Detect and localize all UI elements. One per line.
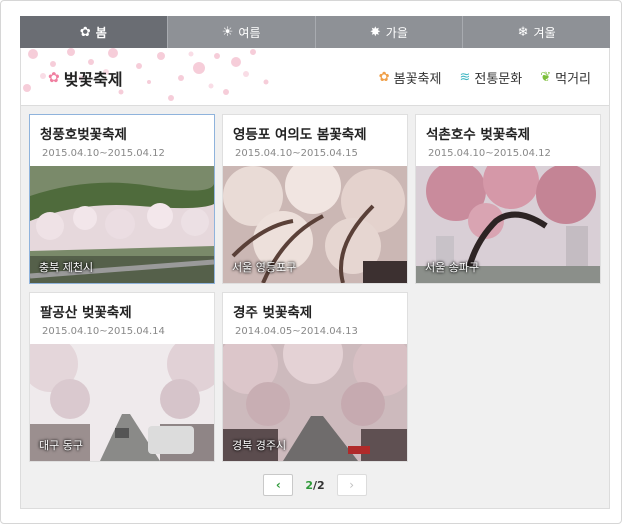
tab-autumn[interactable]: ✸ 가을: [314, 16, 463, 48]
festival-widget: ✿ 봄 ☀ 여름 ✸ 가을 ❄ 겨울 ✿ 벚꽃축제 ✿ 봄꽃축제 ≋ 전통문화 …: [0, 0, 622, 524]
category-banner: ✿ 벚꽃축제 ✿ 봄꽃축제 ≋ 전통문화 ❦ 먹거리: [20, 48, 610, 106]
flower-icon: ✿: [378, 70, 390, 85]
festival-photo: 서울 영등포구: [223, 166, 407, 283]
category-links: ✿ 봄꽃축제 ≋ 전통문화 ❦ 먹거리: [379, 68, 591, 87]
festival-photo: 대구 동구: [30, 344, 214, 461]
tab-spring[interactable]: ✿ 봄: [20, 16, 167, 48]
festival-title: 팔공산 벚꽃축제: [40, 305, 132, 321]
total-pages: 2: [317, 478, 325, 492]
banner-title: ✿ 벚꽃축제: [48, 66, 123, 90]
page-indicator: 2/2: [305, 478, 325, 492]
tab-label: 여름: [238, 25, 261, 40]
festival-photo: 충북 제천시: [30, 166, 214, 283]
maple-leaf-icon: ✸: [369, 24, 381, 40]
flower-icon: ✿: [48, 70, 60, 86]
tab-summer[interactable]: ☀ 여름: [166, 16, 315, 48]
link-label: 먹거리: [555, 72, 591, 87]
link-spring-flower-festival[interactable]: ✿ 봄꽃축제: [379, 68, 442, 87]
link-traditional-culture[interactable]: ≋ 전통문화: [459, 68, 522, 87]
pagination: ‹ 2/2 ›: [21, 474, 609, 496]
festival-date: 2015.04.10~2015.04.15: [235, 148, 358, 159]
next-page-button[interactable]: ›: [336, 474, 367, 496]
festival-location: 대구 동구: [39, 439, 83, 452]
tab-winter[interactable]: ❄ 겨울: [462, 16, 610, 48]
festival-card[interactable]: 팔공산 벚꽃축제 2015.04.10~2015.04.14 대구 동구: [29, 292, 215, 462]
link-food[interactable]: ❦ 먹거리: [540, 68, 591, 87]
festival-card[interactable]: 영등포 여의도 봄꽃축제 2015.04.10~2015.04.15 서울 영등…: [222, 114, 408, 284]
festival-card[interactable]: 경주 벚꽃축제 2014.04.05~2014.04.13 경북 경주시: [222, 292, 408, 462]
tab-label: 겨울: [533, 25, 556, 40]
festival-title: 청풍호벚꽃축제: [40, 127, 127, 143]
festival-title: 영등포 여의도 봄꽃축제: [233, 127, 367, 143]
sun-icon: ☀: [221, 24, 234, 40]
festival-title: 경주 벚꽃축제: [233, 305, 313, 321]
tab-label: 봄: [95, 25, 107, 40]
flower-icon: ✿: [79, 24, 91, 40]
festival-location: 경북 경주시: [232, 439, 287, 452]
festival-date: 2014.04.05~2014.04.13: [235, 326, 358, 337]
festival-date: 2015.04.10~2015.04.12: [42, 148, 165, 159]
tab-label: 가을: [385, 25, 408, 40]
festival-list: 청풍호벚꽃축제 2015.04.10~2015.04.12 충북 제천시 영등포…: [20, 106, 610, 509]
current-page: 2: [305, 478, 313, 492]
wave-icon: ≋: [459, 70, 471, 85]
festival-title: 석촌호수 벚꽃축제: [426, 127, 531, 143]
festival-card[interactable]: 청풍호벚꽃축제 2015.04.10~2015.04.12 충북 제천시: [29, 114, 215, 284]
banner-title-text: 벚꽃축제: [63, 70, 123, 89]
snowflake-icon: ❄: [517, 24, 529, 40]
season-tabs: ✿ 봄 ☀ 여름 ✸ 가을 ❄ 겨울: [20, 16, 610, 48]
chevron-left-icon: ‹: [275, 478, 281, 492]
festival-location: 충북 제천시: [39, 261, 94, 274]
prev-page-button[interactable]: ‹: [263, 474, 294, 496]
chevron-right-icon: ›: [349, 478, 355, 492]
festival-card[interactable]: 석촌호수 벚꽃축제 2015.04.10~2015.04.12 서울 송파구: [415, 114, 601, 284]
link-label: 봄꽃축제: [393, 72, 442, 87]
link-label: 전통문화: [474, 72, 523, 87]
leaf-icon: ❦: [540, 70, 552, 85]
festival-date: 2015.04.10~2015.04.12: [428, 148, 551, 159]
festival-location: 서울 송파구: [425, 261, 480, 274]
festival-photo: 경북 경주시: [223, 344, 407, 461]
festival-location: 서울 영등포구: [232, 261, 297, 274]
festival-date: 2015.04.10~2015.04.14: [42, 326, 165, 337]
festival-photo: 서울 송파구: [416, 166, 600, 283]
